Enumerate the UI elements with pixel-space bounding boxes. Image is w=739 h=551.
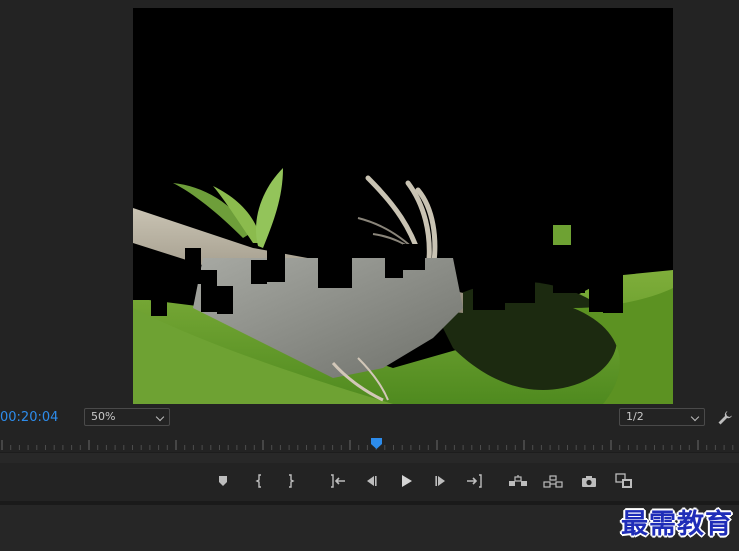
chevron-down-icon xyxy=(155,412,165,422)
zoom-level-dropdown[interactable]: 50% xyxy=(84,408,170,426)
video-frame-image xyxy=(133,8,673,404)
settings-wrench-icon[interactable] xyxy=(716,409,734,427)
step-forward-button[interactable] xyxy=(430,470,452,492)
camera-icon xyxy=(582,476,596,487)
export-frame-button[interactable] xyxy=(578,470,600,492)
lift-button[interactable] xyxy=(507,470,529,492)
playback-resolution-dropdown[interactable]: 1/2 xyxy=(619,408,705,426)
playback-resolution-value: 1/2 xyxy=(626,410,644,423)
transport-controls xyxy=(0,463,739,501)
comparison-icon xyxy=(615,473,632,488)
add-marker-button[interactable] xyxy=(212,470,234,492)
step-back-icon xyxy=(367,476,377,486)
program-monitor-panel: 00:20:04 50% 1/2 最需教育 xyxy=(0,0,739,551)
mark-out-button[interactable] xyxy=(280,470,302,492)
mark-out-icon xyxy=(289,474,295,488)
marker-icon xyxy=(219,476,227,486)
monitor-info-bar: 00:20:04 50% 1/2 xyxy=(0,405,739,431)
chevron-down-icon xyxy=(690,412,700,422)
step-forward-icon xyxy=(435,476,445,486)
go-to-in-button[interactable] xyxy=(326,470,348,492)
zoom-level-value: 50% xyxy=(91,410,116,423)
scrub-bar[interactable] xyxy=(0,452,739,463)
play-icon xyxy=(402,475,412,487)
watermark-logo: 最需教育 xyxy=(621,509,733,540)
playhead-marker[interactable] xyxy=(370,438,382,449)
go-to-out-button[interactable] xyxy=(464,470,486,492)
go-to-in-icon xyxy=(331,474,345,488)
extract-button[interactable] xyxy=(542,470,564,492)
step-back-button[interactable] xyxy=(360,470,382,492)
mark-in-button[interactable] xyxy=(248,470,270,492)
go-to-out-icon xyxy=(467,474,482,488)
playhead-timecode[interactable]: 00:20:04 xyxy=(0,410,58,425)
extract-icon xyxy=(543,475,563,488)
play-button[interactable] xyxy=(395,470,417,492)
mark-in-icon xyxy=(255,474,261,488)
comparison-view-button[interactable] xyxy=(613,470,635,492)
program-monitor-viewer[interactable] xyxy=(133,8,673,404)
lift-icon xyxy=(509,475,527,486)
